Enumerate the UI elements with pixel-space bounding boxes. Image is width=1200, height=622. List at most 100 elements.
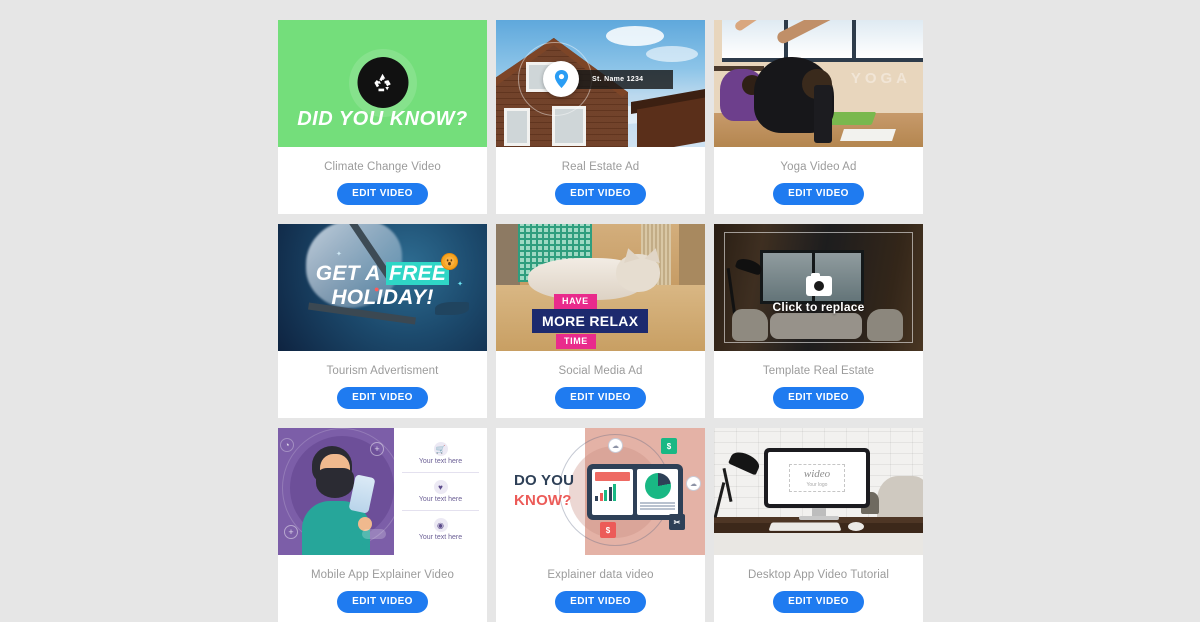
tablet-device [587, 464, 683, 520]
character-illustration: + + ◔ [278, 428, 394, 555]
edit-video-button[interactable]: EDIT VIDEO [555, 386, 646, 409]
thumbnail-headline-line2: HOLIDAY! [331, 286, 434, 309]
card-label: Climate Change Video [324, 160, 441, 173]
thumbnail-template-real-estate[interactable]: Click to replace [714, 224, 923, 351]
banner-more-relax: MORE RELAX [532, 309, 649, 333]
card-template-real-estate[interactable]: Click to replace Template Real Estate ED… [714, 224, 923, 418]
card-meta: Climate Change Video EDIT VIDEO [278, 147, 487, 214]
bar [599, 493, 603, 501]
thumbnail-yoga-video-ad[interactable]: YOGA [714, 20, 923, 147]
camera-bump [810, 273, 820, 277]
card-real-estate-ad[interactable]: St. Name 1234 Real Estate Ad EDIT VIDEO [496, 20, 705, 214]
logo-subtext: Your logo [806, 481, 828, 488]
card-label: Yoga Video Ad [780, 160, 857, 173]
tag-badge-navy: ✂ [669, 514, 685, 530]
thumbnail-real-estate-ad[interactable]: St. Name 1234 [496, 20, 705, 147]
card-label: Explainer data video [547, 568, 654, 581]
list-item: ♥ Your text here [402, 472, 479, 510]
plus-icon: + [370, 442, 384, 456]
edit-video-button[interactable]: EDIT VIDEO [773, 386, 864, 409]
badge-have: HAVE [554, 294, 597, 309]
card-climate-change-video[interactable]: DID YOU KNOW? Climate Change Video EDIT … [278, 20, 487, 214]
video-template-grid: DID YOU KNOW? Climate Change Video EDIT … [278, 20, 924, 622]
card-meta: Desktop App Video Tutorial EDIT VIDEO [714, 555, 923, 622]
edit-video-button[interactable]: EDIT VIDEO [773, 182, 864, 205]
card-label: Tourism Advertisment [326, 364, 439, 377]
cloud-icon [362, 529, 386, 539]
dollar-badge-red: $ [600, 522, 616, 538]
badge-time: TIME [556, 334, 596, 349]
dot-decoration: ● [374, 284, 380, 294]
mouse [848, 522, 864, 531]
headline-line2: KNOW? [514, 492, 572, 509]
tablet-right-pane [637, 469, 678, 515]
floor-paper [840, 129, 896, 141]
monitor-base [798, 516, 839, 520]
card-meta: Social Media Ad EDIT VIDEO [496, 351, 705, 418]
character-beard [316, 468, 354, 498]
card-explainer-data-video[interactable]: DO YOU KNOW? $ $ ✂ ☁ ☁ Explainer data vi… [496, 428, 705, 622]
camera-lens [813, 281, 824, 291]
logo-placeholder: wideo Your logo [789, 464, 845, 492]
card-meta: Tourism Advertisment EDIT VIDEO [278, 351, 487, 418]
thumbnail-tourism-advertisment[interactable]: GET A FREE HOLIDAY! ✦ ✦ ● [278, 224, 487, 351]
bar-block [595, 472, 630, 481]
card-mobile-app-explainer-video[interactable]: + + ◔ 🛒 Your text here ♥ Your text here … [278, 428, 487, 622]
camera-icon[interactable] [805, 273, 832, 296]
edit-video-button[interactable]: EDIT VIDEO [773, 590, 864, 613]
cloud-decoration [606, 26, 664, 46]
edit-video-button[interactable]: EDIT VIDEO [337, 182, 428, 205]
yoga-watermark: YOGA [850, 70, 911, 87]
dollar-badge-green: $ [661, 438, 677, 454]
plus-icon: + [284, 525, 298, 539]
monitor: wideo Your logo [764, 448, 870, 508]
tablet-left-pane [592, 469, 633, 515]
card-label: Template Real Estate [762, 364, 875, 377]
list-item-label: Your text here [418, 458, 463, 465]
bar [604, 490, 607, 501]
edit-video-button[interactable]: EDIT VIDEO [555, 590, 646, 613]
list-item: 🛒 Your text here [402, 435, 479, 472]
thumbnail-explainer-data-video[interactable]: DO YOU KNOW? $ $ ✂ ☁ ☁ [496, 428, 705, 555]
bar [608, 487, 612, 501]
sparkle-icon: ✦ [336, 251, 342, 258]
cart-icon: 🛒 [433, 442, 448, 456]
headline-prefix: GET A [315, 262, 387, 285]
thumbnail-headline: DID YOU KNOW? [297, 108, 468, 130]
monitor-screen: wideo Your logo [768, 452, 866, 504]
card-meta: Mobile App Explainer Video EDIT VIDEO [278, 555, 487, 622]
bar [595, 496, 598, 501]
card-meta: Real Estate Ad EDIT VIDEO [496, 147, 705, 214]
list-item: ◉ Your text here [402, 510, 479, 548]
card-desktop-app-video-tutorial[interactable]: wideo Your logo Desktop App Video Tutori… [714, 428, 923, 622]
cloud-icon: ☁ [608, 438, 623, 453]
house-window [504, 108, 530, 146]
surprised-emoji-icon [441, 253, 458, 270]
line [640, 505, 675, 507]
logo-text: wideo [803, 467, 831, 480]
thumbnail-desktop-app-video-tutorial[interactable]: wideo Your logo [714, 428, 923, 555]
window-wall [722, 20, 923, 62]
thumbnail-climate-change-video[interactable]: DID YOU KNOW? [278, 20, 487, 147]
sparkle-icon: ✦ [457, 281, 463, 288]
card-meta: Explainer data video EDIT VIDEO [496, 555, 705, 622]
card-label: Real Estate Ad [561, 160, 640, 173]
cloud-decoration [646, 46, 698, 62]
edit-video-button[interactable]: EDIT VIDEO [337, 386, 428, 409]
card-yoga-video-ad[interactable]: YOGA Yoga Video Ad EDIT VIDEO [714, 20, 923, 214]
card-label: Social Media Ad [558, 364, 643, 377]
address-label: St. Name 1234 [568, 70, 673, 89]
card-social-media-ad[interactable]: HAVE MORE RELAX TIME Social Media Ad EDI… [496, 224, 705, 418]
yoga-block [814, 85, 832, 143]
edit-video-button[interactable]: EDIT VIDEO [555, 182, 646, 205]
keyboard [768, 522, 842, 531]
list-item-label: Your text here [418, 534, 463, 541]
card-meta: Template Real Estate EDIT VIDEO [714, 351, 923, 418]
bar [613, 484, 616, 501]
thumbnail-social-media-ad[interactable]: HAVE MORE RELAX TIME [496, 224, 705, 351]
feature-list: 🛒 Your text here ♥ Your text here ◉ Your… [394, 428, 487, 555]
card-tourism-advertisment[interactable]: GET A FREE HOLIDAY! ✦ ✦ ● Tourism Advert… [278, 224, 487, 418]
edit-video-button[interactable]: EDIT VIDEO [337, 590, 428, 613]
headline-highlight: FREE [386, 262, 450, 285]
thumbnail-mobile-app-explainer-video[interactable]: + + ◔ 🛒 Your text here ♥ Your text here … [278, 428, 487, 555]
